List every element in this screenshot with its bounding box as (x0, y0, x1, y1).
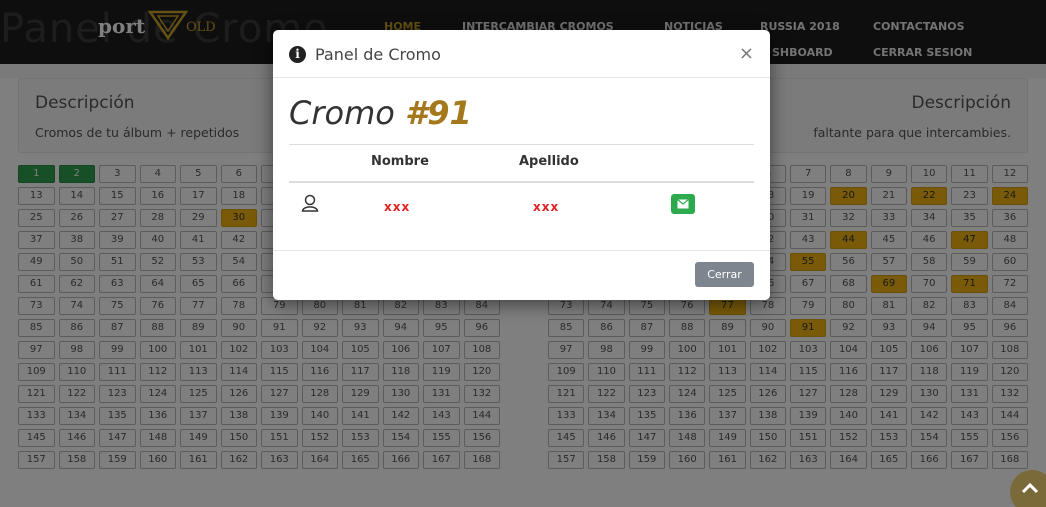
table-divider (289, 144, 754, 145)
cromo-heading: Cromo #91 (289, 94, 472, 132)
close-button[interactable]: Cerrar (695, 262, 754, 287)
send-message-button[interactable] (671, 194, 695, 214)
table-header-divider (289, 181, 754, 183)
envelope-icon (677, 199, 689, 209)
info-icon: i (289, 46, 306, 63)
cromo-label: Cromo (289, 94, 395, 132)
chevron-up-icon (1021, 482, 1039, 494)
page: Panel de Cromo port OLD HOME INTERCAMBIA… (0, 0, 1046, 507)
column-header-apellido: Apellido (519, 154, 579, 169)
user-icon (301, 194, 319, 212)
modal-footer-divider (273, 250, 770, 251)
cromo-number: #91 (405, 94, 472, 132)
row-nombre: xxx (384, 200, 411, 214)
modal-title: Panel de Cromo (315, 45, 441, 64)
close-icon[interactable]: × (739, 43, 754, 64)
row-apellido: xxx (533, 200, 560, 214)
scroll-top-button[interactable] (1010, 470, 1046, 507)
column-header-nombre: Nombre (371, 154, 429, 169)
cromo-modal: i Panel de Cromo × Cromo #91 Nombre Apel… (273, 30, 770, 300)
modal-header: i Panel de Cromo × (273, 30, 770, 78)
